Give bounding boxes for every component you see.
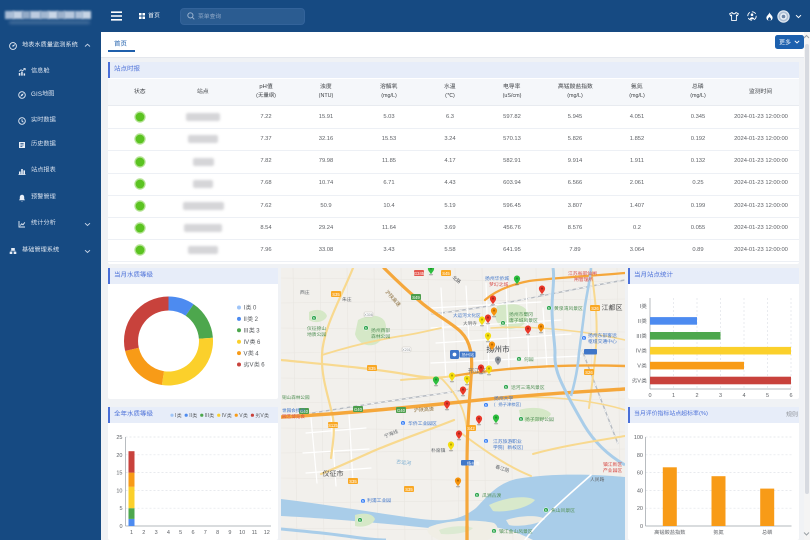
svg-text:4: 4 — [255, 351, 259, 357]
svg-text:1: 1 — [129, 530, 132, 536]
svg-text:S26: S26 — [591, 306, 599, 311]
svg-text:5: 5 — [179, 530, 182, 536]
svg-text:IV: IV — [221, 413, 226, 419]
svg-text:S125: S125 — [328, 423, 338, 428]
svg-text:b: b — [485, 440, 487, 444]
svg-text:5: 5 — [766, 393, 769, 399]
svg-text:V: V — [243, 351, 247, 357]
svg-text:25: 25 — [116, 435, 122, 441]
svg-text:S42: S42 — [467, 426, 475, 431]
svg-text:b: b — [402, 422, 404, 426]
svg-text:7: 7 — [203, 530, 206, 536]
svg-text:b: b — [548, 307, 550, 311]
svg-text:20: 20 — [637, 506, 643, 512]
svg-text:III: III — [636, 334, 641, 340]
svg-text:II: II — [243, 317, 247, 323]
svg-text:III: III — [243, 329, 248, 335]
svg-text:X201: X201 — [402, 348, 410, 352]
svg-text:15: 15 — [116, 471, 122, 477]
svg-text:b: b — [359, 519, 361, 523]
svg-text:V: V — [249, 363, 253, 369]
svg-text:10: 10 — [239, 530, 245, 536]
svg-text:1: 1 — [672, 393, 675, 399]
svg-text:V: V — [637, 379, 641, 385]
svg-text:100: 100 — [634, 435, 643, 441]
svg-text:80: 80 — [637, 453, 643, 459]
svg-text:S26: S26 — [585, 370, 593, 375]
svg-text:3: 3 — [256, 329, 260, 335]
svg-text:b: b — [505, 386, 507, 390]
svg-text:0: 0 — [640, 524, 643, 530]
svg-text:b: b — [476, 494, 478, 498]
svg-text:3: 3 — [154, 530, 157, 536]
svg-text:IV: IV — [636, 349, 642, 355]
svg-text:S35: S35 — [332, 292, 340, 297]
svg-text:X306: X306 — [364, 313, 372, 317]
svg-text:20: 20 — [116, 453, 122, 459]
svg-text:G40: G40 — [354, 407, 363, 412]
svg-text:V: V — [239, 413, 243, 419]
svg-text:III: III — [204, 413, 208, 419]
svg-text:2: 2 — [254, 317, 258, 323]
svg-text:6: 6 — [257, 340, 261, 346]
svg-text:b: b — [520, 418, 522, 422]
svg-text:4: 4 — [166, 530, 169, 536]
svg-text:9: 9 — [228, 530, 231, 536]
svg-text:8: 8 — [216, 530, 219, 536]
svg-text:2: 2 — [695, 393, 698, 399]
svg-text:b: b — [362, 500, 364, 504]
svg-text:6: 6 — [261, 363, 265, 369]
svg-text:12: 12 — [263, 530, 269, 536]
svg-text:60: 60 — [637, 471, 643, 477]
svg-text:40: 40 — [637, 488, 643, 494]
svg-text:I: I — [640, 304, 642, 310]
svg-text:S49: S49 — [412, 295, 420, 300]
svg-text:S45: S45 — [442, 271, 450, 276]
svg-text:b: b — [365, 327, 367, 331]
svg-text:II: II — [189, 413, 192, 419]
svg-text:V: V — [637, 364, 641, 370]
svg-text:b: b — [313, 317, 315, 321]
svg-text:4: 4 — [742, 393, 745, 399]
svg-text:b: b — [518, 358, 520, 362]
svg-text:5: 5 — [119, 506, 122, 512]
svg-text:G40: G40 — [397, 408, 406, 413]
svg-text:b: b — [502, 322, 504, 326]
svg-text:S35: S35 — [368, 366, 376, 371]
svg-text:II: II — [638, 319, 642, 325]
svg-text:b: b — [485, 404, 487, 408]
svg-text:0: 0 — [253, 306, 257, 312]
svg-text:6: 6 — [789, 393, 792, 399]
svg-text:b: b — [545, 509, 547, 513]
svg-text:10: 10 — [116, 488, 122, 494]
svg-text:2: 2 — [142, 530, 145, 536]
svg-text:6: 6 — [191, 530, 194, 536]
svg-text:3: 3 — [719, 393, 722, 399]
svg-text:b: b — [493, 530, 495, 534]
svg-text:0: 0 — [119, 524, 122, 530]
svg-text:I: I — [243, 306, 245, 312]
svg-text:G345: G345 — [414, 271, 425, 276]
svg-text:S35: S35 — [349, 479, 357, 484]
svg-text:V: V — [260, 413, 264, 419]
svg-text:b: b — [583, 337, 585, 341]
svg-text:IV: IV — [243, 340, 249, 346]
svg-text:0: 0 — [648, 393, 651, 399]
svg-text:11: 11 — [251, 530, 257, 536]
svg-text:I: I — [175, 413, 176, 419]
svg-text:S35: S35 — [405, 487, 413, 492]
